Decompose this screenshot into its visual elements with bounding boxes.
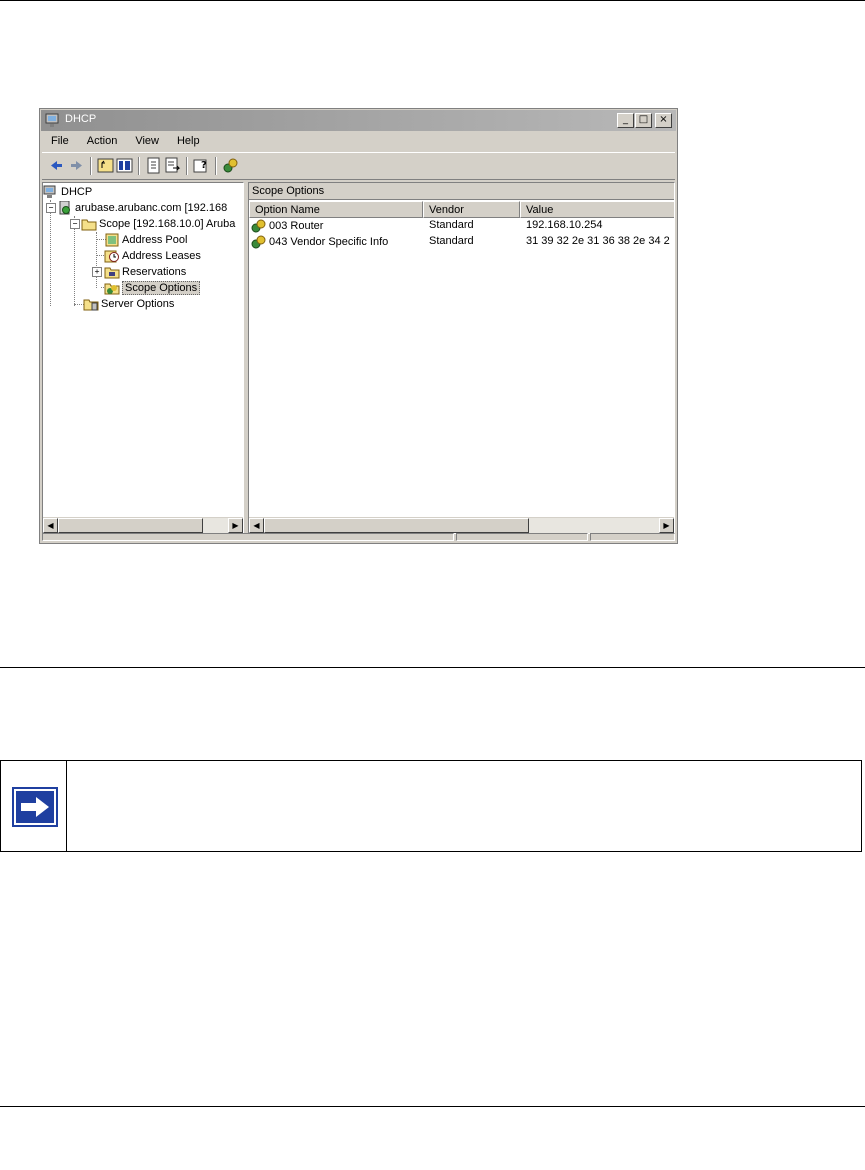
option-value: 31 39 32 2e 31 36 38 2e 34 2 [526, 235, 670, 247]
tree-horizontal-scrollbar[interactable]: ◀ ▶ [43, 517, 243, 533]
bottom-page-rule [0, 1106, 865, 1107]
server-collapse-toggle[interactable]: − [46, 203, 56, 213]
close-button[interactable]: × [655, 113, 672, 128]
tree-label-server-options: Server Options [101, 298, 175, 310]
option-value: 192.168.10.254 [526, 219, 603, 231]
export-list-icon[interactable] [164, 157, 181, 174]
address-pool-icon [105, 233, 119, 247]
tree-item-scope[interactable]: Scope [192.168.10.0] Aruba [81, 216, 235, 232]
status-bar [42, 533, 675, 541]
note-divider [66, 761, 67, 851]
option-vendor: Standard [429, 235, 474, 247]
status-segment [590, 533, 675, 541]
tree-label-reservations: Reservations [122, 266, 187, 278]
tree-label-dhcp: DHCP [61, 186, 93, 198]
server-icon [59, 201, 70, 215]
scope-options-icon [104, 283, 120, 295]
note-arrow-icon [12, 787, 58, 827]
details-pane: Scope Options Option Name Vendor Value 0… [248, 182, 675, 534]
tree-label-scope-options: Scope Options [122, 281, 201, 295]
details-horizontal-scrollbar[interactable]: ◀ ▶ [249, 517, 674, 533]
help-icon[interactable]: ? [193, 157, 210, 174]
tree-item-reservations[interactable]: Reservations [104, 264, 186, 280]
scope-collapse-toggle[interactable]: − [70, 219, 80, 229]
menu-view[interactable]: View [126, 133, 168, 150]
menu-help[interactable]: Help [168, 133, 209, 150]
tree-label-server: arubase.arubanc.com [192.168 [75, 202, 228, 214]
tree-label-scope: Scope [192.168.10.0] Aruba [99, 218, 236, 230]
reservations-icon [104, 267, 120, 279]
dhcp-window: DHCP _ □ × File Action View Help ? DHCP … [39, 108, 678, 544]
tree-item-scope-options[interactable]: Scope Options [104, 280, 201, 296]
section-rule [0, 667, 865, 668]
properties-icon[interactable] [145, 157, 162, 174]
scroll-left-arrow-icon[interactable]: ◀ [43, 518, 58, 533]
tree-item-server-options[interactable]: Server Options [83, 296, 174, 312]
console-tree: DHCP − arubase.arubanc.com [192.168 − Sc… [42, 182, 244, 534]
scroll-left-arrow-icon[interactable]: ◀ [249, 518, 264, 533]
table-row[interactable]: 003 Router Standard 192.168.10.254 [249, 218, 674, 234]
title-bar[interactable]: DHCP _ □ × [41, 110, 676, 131]
menu-file[interactable]: File [42, 133, 78, 150]
toolbar: ? [42, 152, 675, 180]
status-segment [42, 533, 454, 541]
menu-bar: File Action View Help [42, 133, 209, 150]
top-page-rule [0, 0, 865, 1]
minimize-button[interactable]: _ [617, 113, 634, 128]
option-icon [251, 219, 266, 233]
folder-icon [81, 219, 97, 231]
dhcp-app-icon [45, 113, 59, 127]
address-leases-icon [104, 250, 119, 263]
option-icon [251, 235, 266, 249]
tree-label-address-leases: Address Leases [122, 250, 201, 262]
details-scroll-thumb[interactable] [264, 518, 529, 533]
dhcp-options-icon[interactable] [222, 157, 239, 174]
tree-item-server[interactable]: arubase.arubanc.com [192.168 [57, 200, 227, 216]
pane-title: Scope Options [249, 183, 674, 200]
option-vendor: Standard [429, 219, 474, 231]
server-options-icon [83, 299, 99, 311]
up-folder-icon[interactable] [97, 157, 114, 174]
menu-action[interactable]: Action [78, 133, 127, 150]
column-header-value[interactable]: Value [520, 201, 674, 218]
option-name: 003 Router [269, 220, 324, 232]
tree-label-address-pool: Address Pool [122, 234, 188, 246]
tree-item-address-pool[interactable]: Address Pool [104, 232, 187, 248]
option-name: 043 Vendor Specific Info [269, 236, 389, 248]
show-hide-tree-icon[interactable] [116, 157, 133, 174]
dhcp-root-icon [43, 185, 56, 198]
column-header-vendor[interactable]: Vendor [423, 201, 520, 218]
status-segment [456, 533, 588, 541]
tree-scroll-thumb[interactable] [58, 518, 203, 533]
back-arrow-icon[interactable] [48, 157, 65, 174]
svg-text:?: ? [201, 160, 207, 171]
table-row[interactable]: 043 Vendor Specific Info Standard 31 39 … [249, 234, 674, 250]
window-title: DHCP [65, 113, 97, 125]
column-header-option-name[interactable]: Option Name [249, 201, 423, 218]
reservations-expand-toggle[interactable]: + [92, 267, 102, 277]
scroll-right-arrow-icon[interactable]: ▶ [228, 518, 243, 533]
forward-arrow-icon[interactable] [68, 157, 85, 174]
maximize-button[interactable]: □ [635, 113, 652, 128]
tree-item-address-leases[interactable]: Address Leases [104, 248, 201, 264]
scroll-right-arrow-icon[interactable]: ▶ [659, 518, 674, 533]
note-box [0, 760, 862, 852]
tree-item-dhcp[interactable]: DHCP [43, 184, 92, 200]
